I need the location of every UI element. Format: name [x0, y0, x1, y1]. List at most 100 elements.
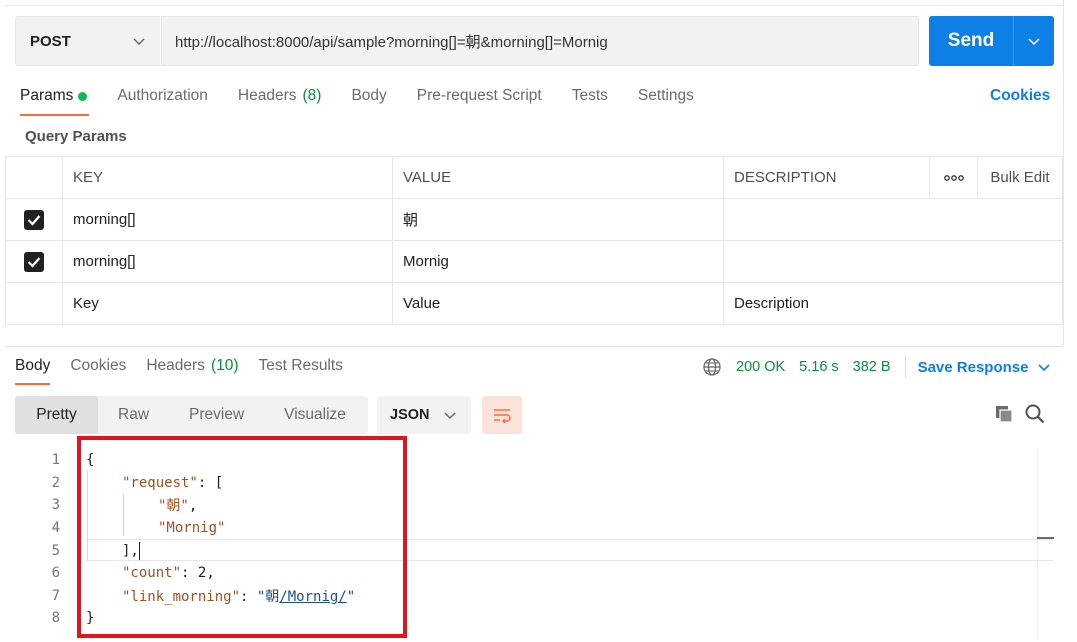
tab-authorization[interactable]: Authorization — [117, 82, 207, 110]
tab-prerequest-label: Pre-request Script — [416, 87, 542, 104]
tab-body[interactable]: Body — [351, 82, 386, 110]
check-icon — [27, 256, 41, 268]
param-key-cell[interactable]: morning[] — [62, 198, 393, 241]
code-line: 5 ], — [20, 539, 140, 562]
wrap-lines-button[interactable] — [482, 396, 522, 434]
tab-params[interactable]: Params — [20, 82, 90, 116]
tab-response-headers-label: Headers — [146, 357, 205, 374]
line-number: 7 — [51, 587, 60, 604]
param-key-cell[interactable]: morning[] — [62, 240, 393, 283]
view-preview-button[interactable]: Preview — [169, 396, 264, 434]
view-pretty-button[interactable]: Pretty — [15, 396, 98, 434]
query-params-title: Query Params — [25, 128, 127, 145]
params-indicator-dot — [78, 91, 88, 101]
headers-count: (8) — [302, 87, 322, 104]
url-input[interactable]: http://localhost:8000/api/sample?morning… — [161, 16, 919, 66]
row-checkbox-cell — [5, 198, 63, 241]
tab-test-results-label: Test Results — [258, 357, 343, 374]
tab-tests-label: Tests — [571, 87, 608, 104]
code-line: 6 "count": 2, — [20, 562, 215, 585]
more-horizontal-icon — [943, 175, 964, 181]
wrap-lines-icon — [494, 409, 511, 423]
panel-divider[interactable] — [5, 346, 1063, 347]
scrollbar-marker — [1037, 537, 1054, 539]
tab-settings[interactable]: Settings — [638, 82, 694, 110]
tab-body-label: Body — [351, 87, 387, 104]
param-description-cell[interactable] — [723, 198, 1063, 241]
code-line: 3 "朝", — [20, 494, 198, 517]
tab-tests[interactable]: Tests — [572, 82, 608, 110]
panel-right-border — [1063, 0, 1064, 346]
code-line: 8 } — [20, 607, 95, 630]
response-status: 200 OK 5.16 s 382 B Save Response — [702, 355, 1065, 379]
chevron-down-icon — [1038, 364, 1051, 372]
row-checkbox[interactable] — [24, 251, 44, 272]
tab-response-headers[interactable]: Headers (10) — [146, 354, 238, 378]
status-separator — [904, 356, 906, 378]
response-size[interactable]: 382 B — [853, 359, 891, 375]
line-number: 2 — [51, 474, 60, 491]
code-line: 1 { — [20, 449, 95, 472]
editor-scrollbar[interactable] — [1037, 450, 1038, 640]
globe-icon[interactable] — [702, 357, 722, 377]
check-icon — [27, 214, 41, 226]
tab-response-cookies-label: Cookies — [70, 357, 127, 374]
save-response-label: Save Response — [917, 358, 1029, 376]
method-select[interactable]: POST — [15, 16, 160, 66]
annotation-highlight-box — [77, 436, 407, 638]
new-value-input[interactable]: Value — [392, 282, 724, 325]
send-label: Send — [947, 30, 995, 51]
param-value-cell[interactable]: Mornig — [392, 240, 724, 283]
tab-params-label: Params — [20, 87, 74, 104]
response-tabs: Body Cookies Headers (10) Test Results — [15, 354, 363, 386]
bulk-edit-button[interactable]: Bulk Edit — [977, 156, 1063, 199]
tab-settings-label: Settings — [637, 87, 694, 104]
format-select[interactable]: JSON — [377, 396, 471, 434]
send-options-button[interactable] — [1013, 16, 1054, 66]
param-value-cell[interactable]: 朝 — [392, 198, 724, 241]
line-number: 8 — [51, 610, 60, 627]
table-row: morning[] 朝 — [5, 198, 1063, 241]
search-icon[interactable] — [1024, 403, 1046, 425]
table-row: morning[] Mornig — [5, 240, 1063, 283]
method-label: POST — [30, 32, 71, 50]
new-key-input[interactable]: Key — [62, 282, 393, 325]
row-checkbox-cell — [5, 240, 63, 283]
tab-response-body[interactable]: Body — [15, 354, 51, 385]
response-headers-count: (10) — [210, 357, 239, 374]
tab-authorization-label: Authorization — [117, 87, 208, 104]
view-visualize-button[interactable]: Visualize — [264, 396, 366, 434]
tab-test-results[interactable]: Test Results — [259, 354, 343, 378]
save-response-button[interactable]: Save Response — [918, 359, 1052, 376]
param-description-cell[interactable] — [723, 240, 1063, 283]
tab-response-cookies[interactable]: Cookies — [70, 354, 126, 378]
url-text: http://localhost:8000/api/sample?morning… — [175, 33, 608, 51]
copy-icon[interactable] — [994, 404, 1014, 424]
chevron-down-icon — [444, 412, 456, 420]
tab-headers[interactable]: Headers (8) — [238, 82, 322, 110]
chevron-down-icon — [133, 38, 145, 46]
column-key: KEY — [62, 156, 393, 199]
more-options-button[interactable] — [929, 156, 978, 199]
row-checkbox-cell — [5, 282, 63, 325]
view-raw-button[interactable]: Raw — [98, 396, 169, 434]
column-description: DESCRIPTION — [723, 156, 930, 199]
new-description-input[interactable]: Description — [723, 282, 1063, 325]
tab-response-body-label: Body — [15, 357, 51, 374]
chevron-down-icon — [1028, 38, 1040, 46]
tab-prerequest-script[interactable]: Pre-request Script — [417, 82, 542, 110]
url-bar: POST http://localhost:8000/api/sample?mo… — [15, 16, 919, 66]
format-label: JSON — [390, 407, 430, 423]
cookies-link[interactable]: Cookies — [990, 87, 1050, 105]
request-tabs: Params Authorization Headers (8) Body Pr… — [20, 82, 724, 116]
row-checkbox[interactable] — [24, 209, 44, 230]
send-button[interactable]: Send — [929, 16, 1054, 66]
table-row-empty: Key Value Description — [5, 282, 1063, 325]
line-number: 5 — [51, 542, 60, 559]
status-code[interactable]: 200 OK — [736, 359, 785, 375]
query-params-table: KEY VALUE DESCRIPTION Bulk Edit morning[… — [5, 156, 1063, 325]
line-number: 3 — [51, 497, 60, 514]
response-time[interactable]: 5.16 s — [799, 359, 839, 375]
line-number: 6 — [51, 565, 60, 582]
column-value: VALUE — [392, 156, 724, 199]
